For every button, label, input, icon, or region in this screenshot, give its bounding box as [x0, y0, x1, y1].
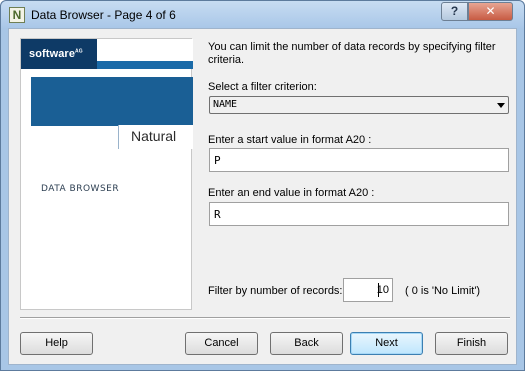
natural-app-icon: N	[9, 7, 25, 23]
dialog-client-area: softwareAG Natural DATA BROWSER You can …	[8, 28, 517, 365]
end-value-input[interactable]: R	[209, 202, 509, 226]
criterion-value: NAME	[213, 99, 238, 110]
finish-button[interactable]: Finish	[435, 332, 508, 355]
banner-block	[31, 77, 193, 125]
record-count-hint: ( 0 is 'No Limit')	[405, 285, 481, 297]
logo-bar	[97, 61, 193, 69]
window-title: Data Browser - Page 4 of 6	[31, 8, 176, 22]
software-ag-logo: softwareAG	[21, 39, 97, 69]
back-button[interactable]: Back	[270, 332, 343, 355]
logo-text: softwareAG	[29, 48, 83, 60]
branding-panel: softwareAG Natural DATA BROWSER	[20, 38, 193, 310]
record-count-value: 10	[376, 284, 389, 296]
title-bar[interactable]: N Data Browser - Page 4 of 6 ? ✕	[1, 1, 524, 28]
help-icon[interactable]: ?	[441, 2, 468, 21]
start-value-label: Enter a start value in format A20 :	[208, 134, 372, 146]
record-count-input[interactable]: 10	[343, 278, 393, 302]
banner-line	[31, 125, 118, 126]
start-value-input[interactable]: P	[209, 148, 509, 172]
filter-description: You can limit the number of data records…	[208, 41, 496, 66]
dialog-window: N Data Browser - Page 4 of 6 ? ✕ softwar…	[0, 0, 525, 371]
product-name: Natural	[131, 128, 177, 144]
filter-criterion-select[interactable]: NAME	[209, 96, 509, 114]
record-count-label: Filter by number of records:	[208, 285, 343, 297]
button-separator	[20, 317, 510, 319]
close-icon[interactable]: ✕	[468, 2, 513, 21]
end-value-label: Enter an end value in format A20 :	[208, 187, 375, 199]
end-value-text: R	[214, 208, 221, 221]
module-label: DATA BROWSER	[41, 184, 120, 194]
logo-stripe	[97, 39, 193, 61]
criterion-label: Select a filter criterion:	[208, 81, 317, 93]
help-button[interactable]: Help	[20, 332, 93, 355]
chevron-down-icon[interactable]	[497, 103, 505, 108]
next-button[interactable]: Next	[350, 332, 423, 355]
cancel-button[interactable]: Cancel	[185, 332, 258, 355]
start-value-text: P	[214, 154, 221, 167]
